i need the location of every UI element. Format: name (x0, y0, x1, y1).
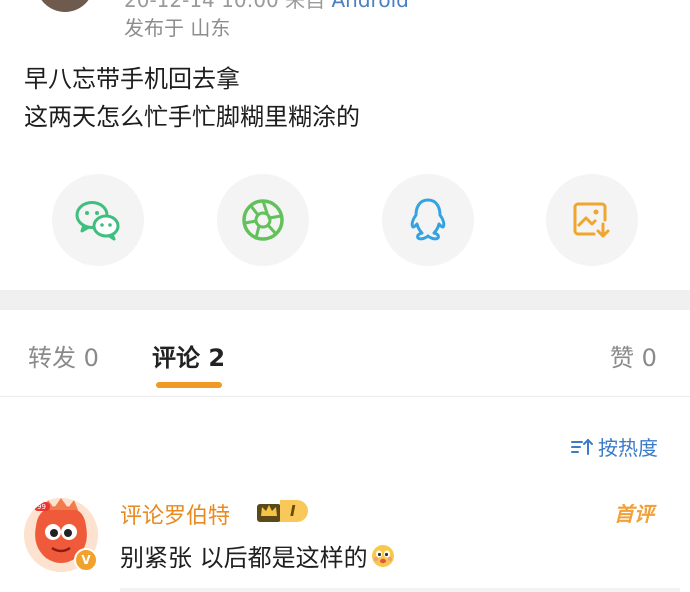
post-body: 早八忘带手机回去拿 这两天怎么忙手忙脚糊里糊涂的 (24, 60, 360, 136)
sort-label: 按热度 (598, 436, 658, 460)
sort-by-hot-button[interactable]: 按热度 (570, 432, 658, 461)
tab-label: 评论 (152, 344, 200, 372)
commenter-name[interactable]: 评论罗伯特 (120, 498, 230, 530)
tabs-divider (0, 396, 690, 397)
level-label: I (280, 500, 308, 522)
post-line: 早八忘带手机回去拿 (24, 65, 240, 93)
tab-comments[interactable]: 评论 2 (152, 338, 225, 373)
user-level-badge: I (254, 498, 308, 524)
avatar-number: 99 (37, 503, 46, 511)
wechat-icon (75, 201, 120, 241)
post-time: 20-12-14 10:00 (124, 0, 279, 12)
emoji-icon (371, 544, 394, 567)
tab-likes[interactable]: 赞 0 (610, 338, 657, 373)
author-avatar[interactable] (36, 0, 94, 12)
share-wechat-button[interactable] (52, 174, 144, 266)
tab-count: 0 (641, 344, 657, 372)
post-source[interactable]: Android (332, 0, 409, 12)
comment-reply-area (120, 588, 680, 592)
sort-icon (571, 438, 593, 455)
first-comment-badge: 首评 (614, 502, 654, 526)
verified-badge-label: V (81, 553, 91, 567)
post-location: 发布于 山东 (124, 16, 231, 40)
tab-count: 2 (208, 344, 226, 372)
tab-reposts[interactable]: 转发 0 (28, 338, 99, 373)
tab-count: 0 (83, 344, 99, 372)
active-tab-indicator (156, 382, 222, 388)
tab-label: 赞 (610, 344, 634, 372)
post-line: 这两天怎么忙手忙脚糊里糊涂的 (24, 103, 360, 131)
tab-label: 转发 (28, 344, 76, 372)
comment-body: 别紧张 以后都是这样的 (120, 544, 368, 572)
share-qq-button[interactable] (382, 174, 474, 266)
save-image-icon (573, 202, 610, 238)
share-save-image-button[interactable] (546, 174, 638, 266)
post-source-prefix: 来自 (285, 0, 326, 12)
share-moments-button[interactable] (217, 174, 309, 266)
section-separator (0, 290, 690, 310)
verified-badge: V (74, 548, 98, 572)
comment-text: 别紧张 以后都是这样的 (120, 538, 396, 573)
qq-icon (410, 198, 446, 241)
moments-icon (242, 199, 284, 241)
